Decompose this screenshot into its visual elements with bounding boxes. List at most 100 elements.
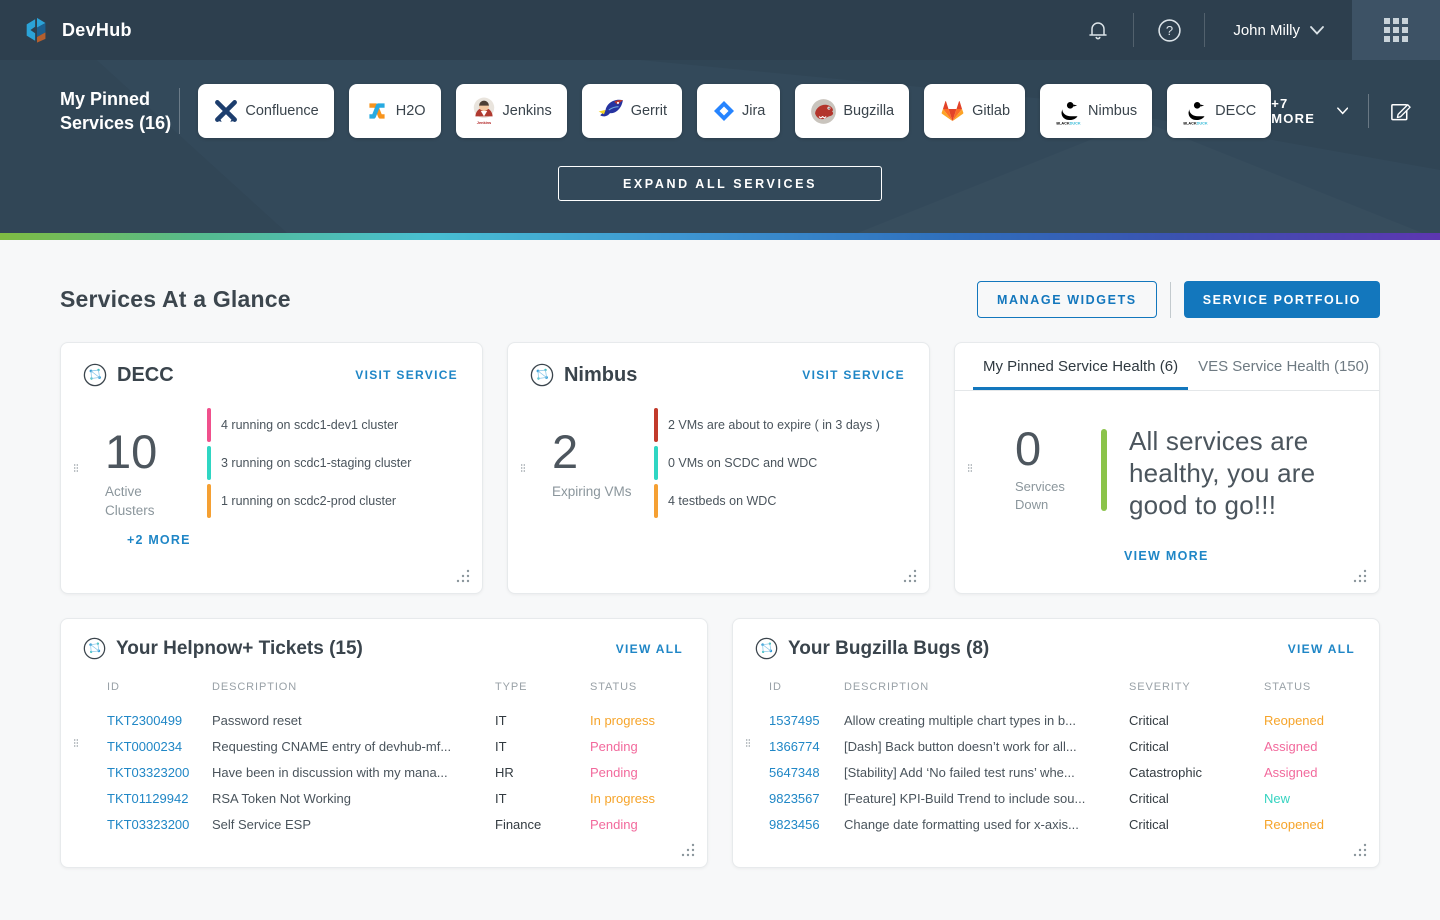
resize-handle-icon[interactable] <box>902 568 917 583</box>
drag-handle-icon[interactable] <box>741 732 755 754</box>
metric-item: 1 running on scdc2-prod cluster <box>207 482 411 520</box>
metric-text: 4 testbeds on WDC <box>668 494 776 508</box>
resize-handle-icon[interactable] <box>1352 568 1367 583</box>
tab-ves-service-health[interactable]: VES Service Health (150) <box>1188 343 1379 390</box>
table-header: ID DESCRIPTION TYPE STATUS <box>107 676 687 698</box>
service-chip-bugzilla[interactable]: Bugzilla <box>795 84 909 138</box>
pinned-services-section: My Pinned Services (16) Confluence H2O <box>0 60 1440 233</box>
table-row: TKT03323200 Self Service ESP Finance Pen… <box>107 811 687 837</box>
user-menu[interactable]: John Milly <box>1205 0 1352 60</box>
service-chip-label: H2O <box>396 103 426 119</box>
notifications-button[interactable] <box>1063 0 1133 60</box>
visit-service-link[interactable]: VISIT SERVICE <box>355 368 458 382</box>
table-row: TKT2300499 Password reset IT In progress <box>107 707 687 733</box>
bug-status: Reopened <box>1264 817 1359 832</box>
resize-handle-icon[interactable] <box>680 842 695 857</box>
resize-handle-icon[interactable] <box>455 568 470 583</box>
metric-value: 10 <box>105 428 185 475</box>
ticket-type: IT <box>495 739 590 754</box>
ticket-id-link[interactable]: TKT03323200 <box>107 765 212 780</box>
view-all-link[interactable]: VIEW ALL <box>616 642 683 656</box>
metric-item: 0 VMs on SCDC and WDC <box>654 444 880 482</box>
service-chip-gitlab[interactable]: Gitlab <box>924 84 1025 138</box>
ticket-type: Finance <box>495 817 590 832</box>
ticket-id-link[interactable]: TKT03323200 <box>107 817 212 832</box>
drag-handle-icon[interactable] <box>516 457 530 479</box>
metric-bar <box>207 446 211 480</box>
service-chip-nimbus[interactable]: BLACKDUCK Nimbus <box>1040 84 1152 138</box>
ticket-id-link[interactable]: TKT01129942 <box>107 791 212 806</box>
resize-handle-icon[interactable] <box>1352 842 1367 857</box>
col-type: TYPE <box>495 681 590 693</box>
blackduck-icon: BLACKDUCK <box>1055 98 1082 125</box>
ticket-status: In progress <box>590 713 687 728</box>
bug-description: [Dash] Back button doesn’t work for all.… <box>844 739 1129 754</box>
service-chip-label: Nimbus <box>1088 103 1137 119</box>
metric-items: 2 VMs are about to expire ( in 3 days ) … <box>654 406 880 520</box>
bug-status: Assigned <box>1264 739 1359 754</box>
service-chip-label: Gerrit <box>631 103 667 119</box>
bug-status: New <box>1264 791 1359 806</box>
drag-handle-icon[interactable] <box>69 457 83 479</box>
services-down-value: 0 <box>1015 425 1075 472</box>
bugs-table: ID DESCRIPTION SEVERITY STATUS 1537495 A… <box>733 676 1379 837</box>
bug-description: [Stability] Add ‘No failed test runs’ wh… <box>844 765 1129 780</box>
drag-handle-icon[interactable] <box>963 457 977 479</box>
ticket-status: Pending <box>590 817 687 832</box>
service-chip-jira[interactable]: Jira <box>697 84 780 138</box>
blackduck-icon: BLACKDUCK <box>1182 98 1209 125</box>
metric-unit: Active Clusters <box>105 483 185 521</box>
svg-text:Jenkins: Jenkins <box>476 120 490 125</box>
service-chip-label: Jenkins <box>503 103 552 119</box>
devhub-logo-icon <box>22 15 52 45</box>
service-chip-jenkins[interactable]: Jenkins Jenkins <box>456 84 567 138</box>
pinned-services-title: My Pinned Services (16) <box>60 87 173 136</box>
drag-handle-icon[interactable] <box>69 732 83 754</box>
help-button[interactable]: ? <box>1134 0 1204 60</box>
view-all-link[interactable]: VIEW ALL <box>1288 642 1355 656</box>
bug-id-link[interactable]: 5647348 <box>769 765 844 780</box>
service-chip-gerrit[interactable]: Gerrit <box>582 84 682 138</box>
metric-bar <box>207 484 211 518</box>
jenkins-icon: Jenkins <box>471 97 497 125</box>
ticket-id-link[interactable]: TKT2300499 <box>107 713 212 728</box>
bug-id-link[interactable]: 9823567 <box>769 791 844 806</box>
service-chip-label: Confluence <box>245 103 318 119</box>
app-title: DevHub <box>62 20 132 41</box>
col-id: ID <box>107 681 212 693</box>
more-items-link[interactable]: +2 MORE <box>127 533 191 547</box>
visit-service-link[interactable]: VISIT SERVICE <box>802 368 905 382</box>
apps-grid-icon <box>1384 18 1408 42</box>
bug-id-link[interactable]: 9823456 <box>769 817 844 832</box>
view-more-link[interactable]: VIEW MORE <box>1124 549 1209 563</box>
metric-text: 2 VMs are about to expire ( in 3 days ) <box>668 418 880 432</box>
bug-severity: Catastrophic <box>1129 765 1264 780</box>
manage-widgets-button[interactable]: MANAGE WIDGETS <box>977 281 1157 318</box>
more-services-dropdown[interactable]: +7 MORE <box>1271 96 1348 126</box>
bug-id-link[interactable]: 1366774 <box>769 739 844 754</box>
tab-my-pinned-service-health[interactable]: My Pinned Service Health (6) <box>973 343 1188 390</box>
service-chip-h2o[interactable]: H2O <box>349 84 441 138</box>
card-title: DECC <box>117 364 174 387</box>
bug-severity: Critical <box>1129 817 1264 832</box>
ticket-id-link[interactable]: TKT0000234 <box>107 739 212 754</box>
help-icon: ? <box>1157 18 1182 43</box>
service-portfolio-button[interactable]: SERVICE PORTFOLIO <box>1184 281 1380 318</box>
app-launcher-button[interactable] <box>1352 0 1440 60</box>
pinned-services-chips: Confluence H2O Jenkins Jenkins <box>198 84 1271 138</box>
bug-id-link[interactable]: 1537495 <box>769 713 844 728</box>
h2o-icon <box>364 98 390 124</box>
health-message: All services are healthy, you are good t… <box>1129 425 1349 522</box>
globe-icon <box>755 637 778 660</box>
service-chip-decc[interactable]: BLACKDUCK DECC <box>1167 84 1271 138</box>
col-description: DESCRIPTION <box>212 681 495 693</box>
metric-text: 1 running on scdc2-prod cluster <box>221 494 396 508</box>
bell-icon <box>1086 18 1110 42</box>
expand-all-services-button[interactable]: EXPAND ALL SERVICES <box>558 166 882 201</box>
ticket-description: Have been in discussion with my mana... <box>212 765 495 780</box>
divider <box>179 88 180 134</box>
edit-pinned-services-button[interactable] <box>1389 98 1412 124</box>
table-row: 1537495 Allow creating multiple chart ty… <box>769 707 1359 733</box>
card-title: Your Helpnow+ Tickets (15) <box>116 638 363 660</box>
service-chip-confluence[interactable]: Confluence <box>198 84 333 138</box>
